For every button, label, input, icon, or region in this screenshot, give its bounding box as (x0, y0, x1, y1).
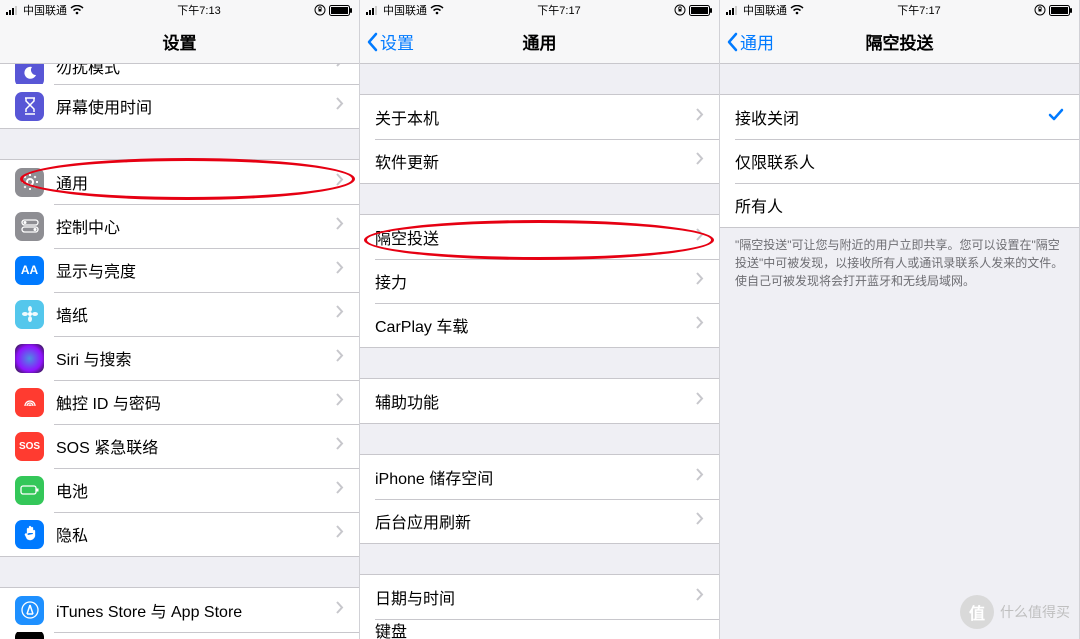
settings-row-battery[interactable]: 电池 (0, 468, 359, 512)
signal-icon (6, 5, 20, 15)
general-row-airdrop[interactable]: 隔空投送 (360, 215, 719, 259)
chevron-right-icon (336, 261, 344, 279)
chevron-right-icon (696, 588, 704, 606)
battery-status-icon (1049, 5, 1073, 16)
chevron-right-icon (696, 512, 704, 530)
battery-icon (15, 476, 44, 505)
carrier-label: 中国联通 (383, 2, 427, 18)
chevron-right-icon (336, 481, 344, 499)
settings-row-privacy[interactable]: 隐私 (0, 512, 359, 556)
back-button[interactable]: 通用 (726, 29, 774, 54)
signal-icon (726, 5, 740, 15)
airdrop-pane: 中国联通 下午7:17 通用 隔空投送 接收关闭 仅限联系人 所有人 (720, 0, 1080, 639)
chevron-right-icon (336, 525, 344, 543)
watermark: 值 什么值得买 (960, 595, 1070, 629)
settings-row-control-center[interactable]: 控制中心 (0, 204, 359, 248)
chevron-right-icon (696, 392, 704, 410)
status-bar: 中国联通 下午7:13 (0, 0, 359, 20)
wifi-icon (790, 5, 804, 15)
hourglass-icon (15, 92, 44, 121)
flower-icon (15, 300, 44, 329)
general-row-keyboard[interactable]: 键盘 (360, 619, 719, 639)
status-time: 下午7:17 (537, 2, 580, 18)
airdrop-option-off[interactable]: 接收关闭 (720, 95, 1079, 139)
chevron-right-icon (336, 393, 344, 411)
general-row-software-update[interactable]: 软件更新 (360, 139, 719, 183)
carrier-label: 中国联通 (23, 2, 67, 18)
status-bar: 中国联通 下午7:17 (720, 0, 1079, 20)
settings-row-cutoff-bottom[interactable] (0, 632, 359, 639)
orientation-lock-icon (1034, 4, 1046, 16)
siri-icon (15, 344, 44, 373)
settings-row-touchid[interactable]: 触控 ID 与密码 (0, 380, 359, 424)
nav-bar: 通用 隔空投送 (720, 20, 1079, 64)
settings-row-dnd[interactable]: 勿扰模式 (0, 64, 359, 84)
sos-icon: SOS (15, 432, 44, 461)
checkmark-icon (1048, 108, 1064, 127)
gear-icon (15, 168, 44, 197)
status-bar: 中国联通 下午7:17 (360, 0, 719, 20)
back-label: 设置 (380, 29, 414, 54)
nav-bar: 设置 通用 (360, 20, 719, 64)
watermark-text: 什么值得买 (1000, 602, 1070, 622)
signal-icon (366, 5, 380, 15)
wifi-icon (430, 5, 444, 15)
chevron-right-icon (696, 468, 704, 486)
airdrop-option-contacts[interactable]: 仅限联系人 (720, 139, 1079, 183)
settings-row-sos[interactable]: SOS SOS 紧急联络 (0, 424, 359, 468)
appstore-icon (15, 596, 44, 625)
chevron-right-icon (336, 601, 344, 619)
general-row-storage[interactable]: iPhone 储存空间 (360, 455, 719, 499)
chevron-right-icon (696, 228, 704, 246)
general-row-datetime[interactable]: 日期与时间 (360, 575, 719, 619)
general-row-background-refresh[interactable]: 后台应用刷新 (360, 499, 719, 543)
status-time: 下午7:13 (177, 2, 220, 18)
chevron-right-icon (336, 349, 344, 367)
chevron-right-icon (696, 316, 704, 334)
general-row-accessibility[interactable]: 辅助功能 (360, 379, 719, 423)
wallet-icon (15, 632, 44, 639)
chevron-right-icon (336, 437, 344, 455)
settings-row-screentime[interactable]: 屏幕使用时间 (0, 84, 359, 128)
back-label: 通用 (740, 29, 774, 54)
settings-pane: 中国联通 下午7:13 设置 勿扰模式 屏幕使用时间 (0, 0, 360, 639)
settings-row-appstore[interactable]: iTunes Store 与 App Store (0, 588, 359, 632)
page-title: 设置 (163, 29, 197, 54)
settings-row-wallpaper[interactable]: 墙纸 (0, 292, 359, 336)
settings-row-general[interactable]: 通用 (0, 160, 359, 204)
page-title: 隔空投送 (866, 29, 934, 54)
battery-status-icon (329, 5, 353, 16)
hand-icon (15, 520, 44, 549)
chevron-right-icon (336, 97, 344, 115)
orientation-lock-icon (314, 4, 326, 16)
carrier-label: 中国联通 (743, 2, 787, 18)
page-title: 通用 (523, 29, 557, 54)
airdrop-option-everyone[interactable]: 所有人 (720, 183, 1079, 227)
moon-icon (15, 64, 44, 84)
chevron-right-icon (336, 217, 344, 235)
orientation-lock-icon (674, 4, 686, 16)
chevron-right-icon (336, 64, 344, 72)
chevron-right-icon (696, 272, 704, 290)
fingerprint-icon (15, 388, 44, 417)
general-pane: 中国联通 下午7:17 设置 通用 关于本机 软件更新 (360, 0, 720, 639)
wifi-icon (70, 5, 84, 15)
nav-bar: 设置 (0, 20, 359, 64)
general-row-about[interactable]: 关于本机 (360, 95, 719, 139)
chevron-right-icon (696, 152, 704, 170)
chevron-right-icon (336, 173, 344, 191)
chevron-right-icon (696, 108, 704, 126)
aa-icon: AA (15, 256, 44, 285)
general-row-handoff[interactable]: 接力 (360, 259, 719, 303)
back-button[interactable]: 设置 (366, 29, 414, 54)
airdrop-footer-text: "隔空投送"可让您与附近的用户立即共享。您可以设置在"隔空投送"中可被发现，以接… (720, 228, 1079, 298)
switches-icon (15, 212, 44, 241)
battery-status-icon (689, 5, 713, 16)
status-time: 下午7:17 (897, 2, 940, 18)
chevron-right-icon (336, 305, 344, 323)
general-row-carplay[interactable]: CarPlay 车载 (360, 303, 719, 347)
settings-row-display[interactable]: AA 显示与亮度 (0, 248, 359, 292)
watermark-badge: 值 (960, 595, 994, 629)
settings-row-siri[interactable]: Siri 与搜索 (0, 336, 359, 380)
